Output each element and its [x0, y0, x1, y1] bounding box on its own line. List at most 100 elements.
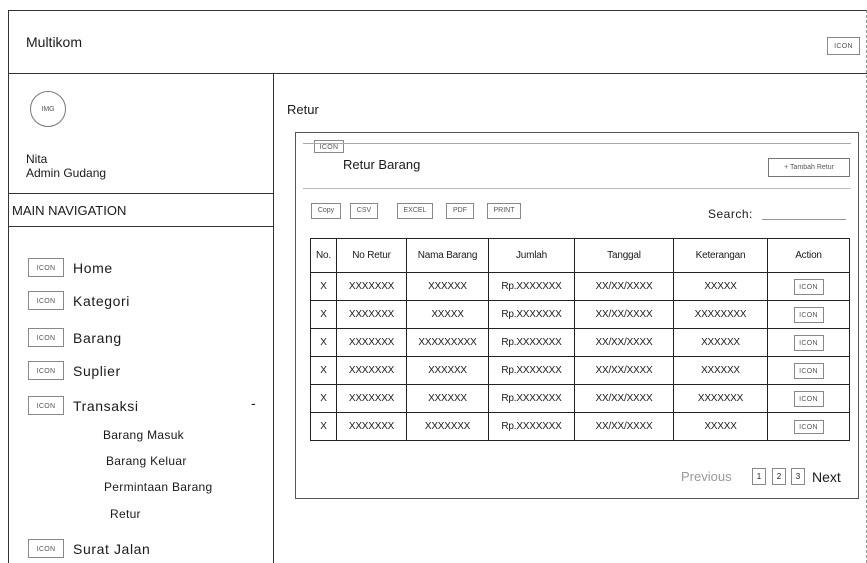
action-icon[interactable]: ICON — [793, 306, 824, 323]
sidebar-item-label: Transaksi — [73, 397, 139, 414]
cell-keterangan: XXXXXX — [673, 328, 768, 357]
column-header-tanggal[interactable]: Tanggal — [574, 238, 674, 273]
cell-tanggal: XX/XX/XXXX — [574, 272, 674, 301]
page-title: Retur — [287, 102, 319, 117]
cell-no: X — [310, 272, 337, 301]
copy-button[interactable]: Copy — [311, 203, 341, 219]
surat-jalan-icon: ICON — [28, 539, 64, 558]
table-header-row: No. No Retur Nama Barang Jumlah Tanggal … — [310, 238, 850, 273]
sidebar-item-transaksi[interactable]: ICON Transaksi — [28, 396, 139, 415]
cell-action: ICON — [767, 300, 850, 329]
home-icon: ICON — [28, 258, 64, 277]
cell-nama-barang: XXXXXX — [406, 272, 489, 301]
cell-nama-barang: XXXXX — [406, 300, 489, 329]
table-row: X XXXXXXX XXXXXXX Rp.XXXXXXX XX/XX/XXXX … — [310, 412, 850, 441]
action-icon[interactable]: ICON — [793, 362, 824, 379]
cell-no: X — [310, 328, 337, 357]
sidebar-subitem-barang-masuk[interactable]: Barang Masuk — [103, 428, 184, 442]
barang-icon: ICON — [28, 328, 64, 347]
column-header-action[interactable]: Action — [767, 238, 850, 273]
cell-tanggal: XX/XX/XXXX — [574, 300, 674, 329]
cell-no: X — [310, 412, 337, 441]
kategori-icon: ICON — [28, 291, 64, 310]
sidebar-item-label: Kategori — [73, 292, 130, 309]
panel-icon: ICON — [314, 140, 344, 153]
table-row: X XXXXXXX XXXXXXXXX Rp.XXXXXXX XX/XX/XXX… — [310, 328, 850, 357]
cell-action: ICON — [767, 356, 850, 385]
sidebar-item-label: Home — [73, 259, 113, 276]
table-row: X XXXXXXX XXXXX Rp.XXXXXXX XX/XX/XXXX XX… — [310, 300, 850, 329]
table-row: X XXXXXXX XXXXXX Rp.XXXXXXX XX/XX/XXXX X… — [310, 384, 850, 413]
cell-no: X — [310, 384, 337, 413]
user-role: Admin Gudang — [26, 166, 107, 180]
search-input[interactable] — [762, 219, 846, 220]
app-header — [8, 10, 867, 74]
cell-action: ICON — [767, 412, 850, 441]
cell-keterangan: XXXXX — [673, 412, 768, 441]
cell-tanggal: XX/XX/XXXX — [574, 328, 674, 357]
search-label: Search: — [708, 207, 753, 221]
cell-no: X — [310, 356, 337, 385]
sidebar-subitem-retur[interactable]: Retur — [110, 507, 141, 521]
csv-button[interactable]: CSV — [350, 203, 378, 219]
sidebar-item-home[interactable]: ICON Home — [28, 258, 113, 277]
sidebar-subitem-barang-keluar[interactable]: Barang Keluar — [106, 454, 187, 468]
cell-jumlah: Rp.XXXXXXX — [488, 356, 575, 385]
cell-jumlah: Rp.XXXXXXX — [488, 300, 575, 329]
cell-action: ICON — [767, 384, 850, 413]
suplier-icon: ICON — [28, 361, 64, 380]
sidebar-item-label: Surat Jalan — [73, 540, 151, 557]
sidebar-item-label: Barang — [73, 329, 122, 346]
cell-nama-barang: XXXXXXXXX — [406, 328, 489, 357]
column-header-nama-barang[interactable]: Nama Barang — [406, 238, 489, 273]
collapse-toggle-icon[interactable]: - — [251, 395, 256, 411]
action-icon[interactable]: ICON — [793, 419, 824, 434]
excel-button[interactable]: EXCEL — [397, 203, 433, 219]
column-header-no[interactable]: No. — [310, 238, 337, 273]
pagination-page-1[interactable]: 1 — [752, 468, 766, 485]
header-menu-icon[interactable]: ICON — [827, 37, 860, 55]
action-icon[interactable]: ICON — [793, 278, 824, 295]
cell-tanggal: XX/XX/XXXX — [574, 412, 674, 441]
print-button[interactable]: PRINT — [487, 203, 521, 219]
cell-nama-barang: XXXXXX — [406, 384, 489, 413]
pagination-page-3[interactable]: 3 — [791, 468, 805, 485]
table-row: X XXXXXXX XXXXXX Rp.XXXXXXX XX/XX/XXXX X… — [310, 356, 850, 385]
panel-divider — [303, 188, 851, 189]
action-icon[interactable]: ICON — [793, 390, 824, 407]
cell-keterangan: XXXXXXXX — [673, 300, 768, 329]
cell-jumlah: Rp.XXXXXXX — [488, 328, 575, 357]
pagination-next[interactable]: Next — [812, 469, 841, 485]
cell-jumlah: Rp.XXXXXXX — [488, 272, 575, 301]
sidebar-item-kategori[interactable]: ICON Kategori — [28, 291, 130, 310]
add-retur-button[interactable]: + Tambah Retur — [768, 158, 850, 177]
action-icon[interactable]: ICON — [793, 334, 824, 351]
cell-no-retur: XXXXXXX — [336, 300, 407, 329]
cell-tanggal: XX/XX/XXXX — [574, 384, 674, 413]
column-header-no-retur[interactable]: No Retur — [336, 238, 407, 273]
cell-nama-barang: XXXXXXX — [406, 412, 489, 441]
column-header-keterangan[interactable]: Keterangan — [673, 238, 768, 273]
cell-nama-barang: XXXXXX — [406, 356, 489, 385]
column-header-jumlah[interactable]: Jumlah — [488, 238, 575, 273]
cell-jumlah: Rp.XXXXXXX — [488, 384, 575, 413]
cell-no-retur: XXXXXXX — [336, 328, 407, 357]
user-name: Nita — [26, 152, 48, 166]
pagination-previous[interactable]: Previous — [681, 469, 732, 484]
panel-title: Retur Barang — [343, 157, 421, 172]
cell-jumlah: Rp.XXXXXXX — [488, 412, 575, 441]
cell-no-retur: XXXXXXX — [336, 272, 407, 301]
cell-no-retur: XXXXXXX — [336, 384, 407, 413]
sidebar-subitem-permintaan-barang[interactable]: Permintaan Barang — [104, 480, 213, 494]
sidebar-item-suplier[interactable]: ICON Suplier — [28, 361, 121, 380]
pdf-button[interactable]: PDF — [446, 203, 474, 219]
cell-no: X — [310, 300, 337, 329]
sidebar-divider — [8, 193, 274, 194]
sidebar-item-barang[interactable]: ICON Barang — [28, 328, 122, 347]
pagination-page-2[interactable]: 2 — [772, 468, 786, 485]
cell-no-retur: XXXXXXX — [336, 412, 407, 441]
cell-keterangan: XXXXXX — [673, 356, 768, 385]
cell-action: ICON — [767, 328, 850, 357]
sidebar-item-surat-jalan[interactable]: ICON Surat Jalan — [28, 539, 150, 558]
panel-divider — [303, 143, 851, 144]
